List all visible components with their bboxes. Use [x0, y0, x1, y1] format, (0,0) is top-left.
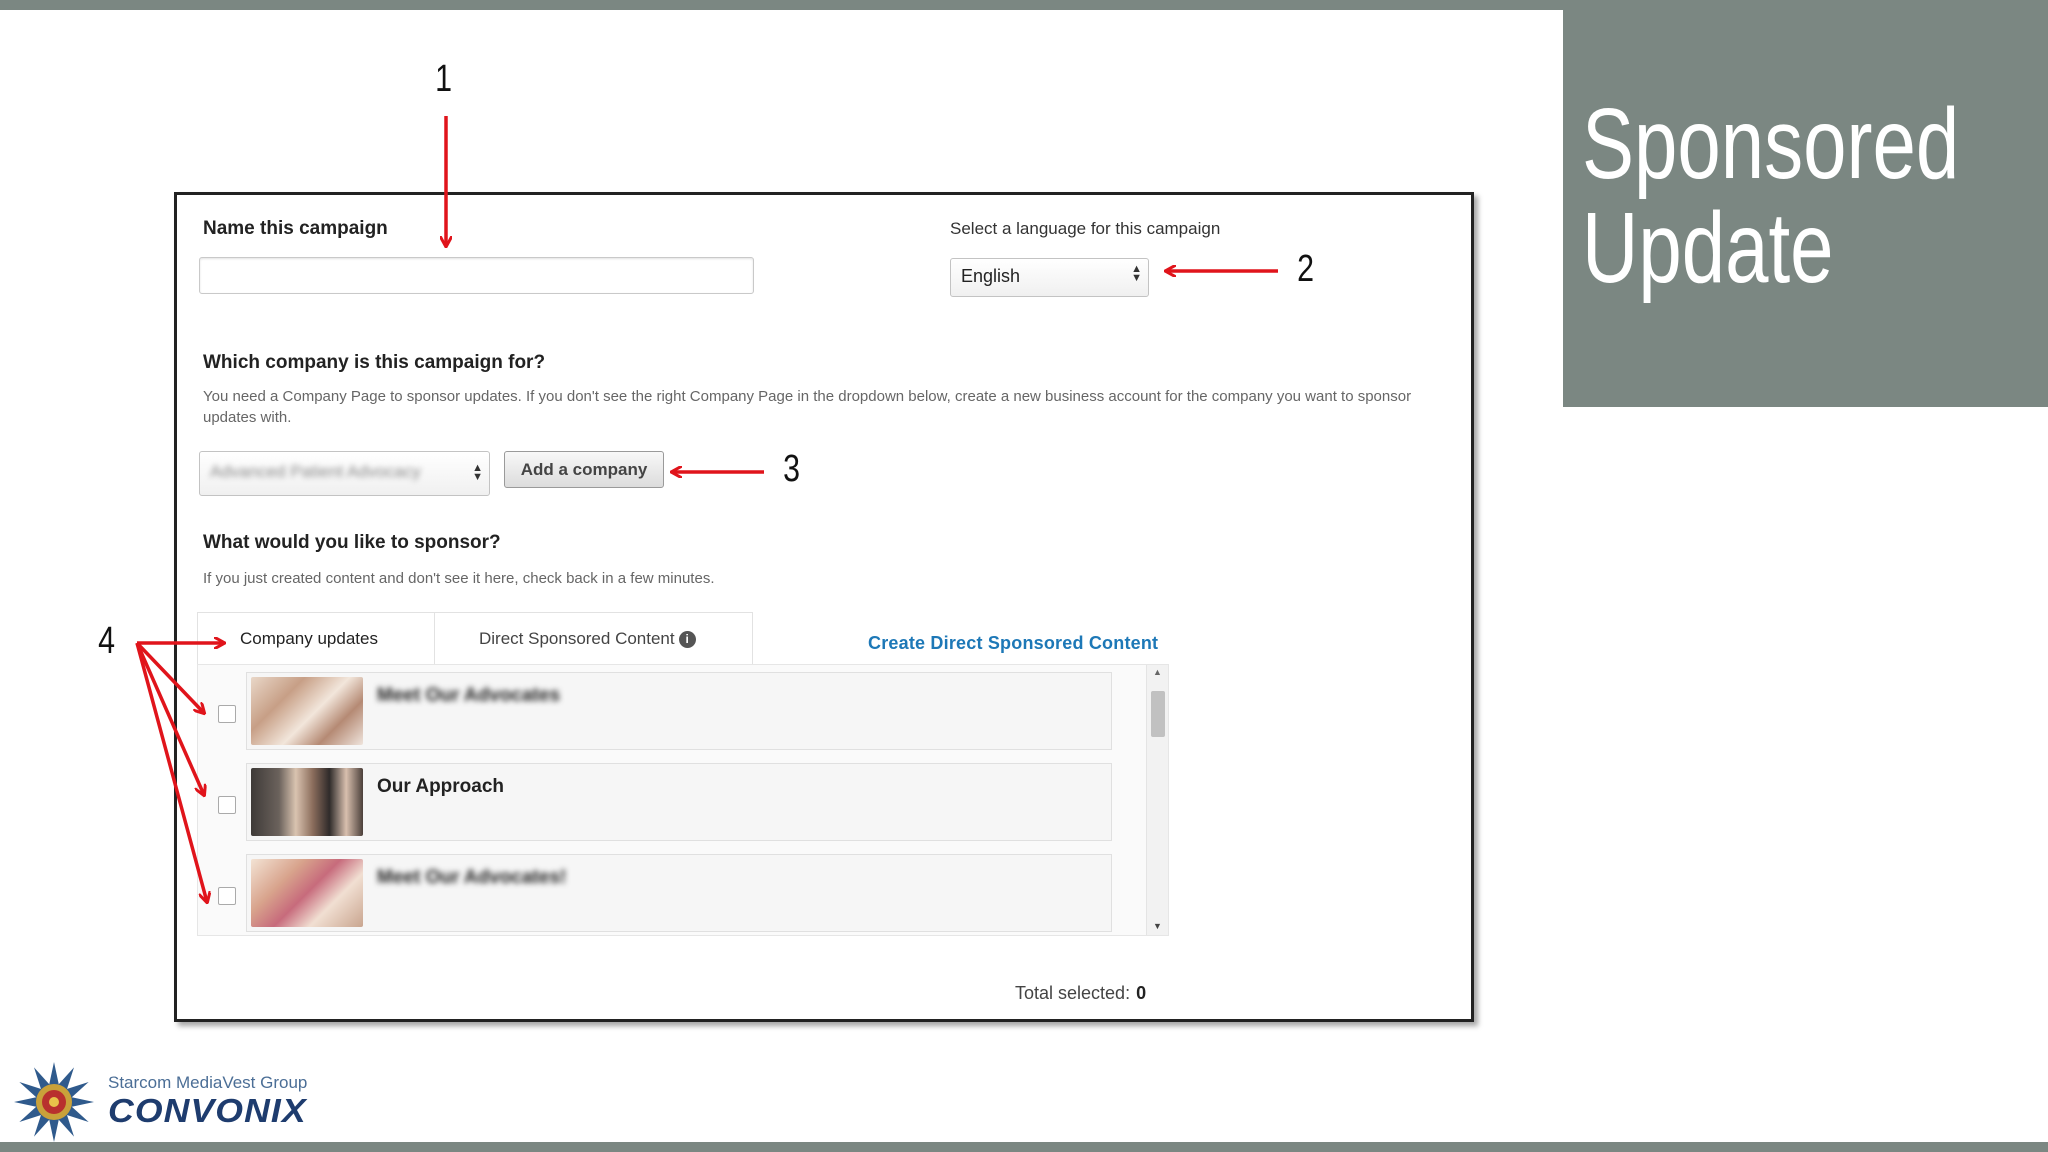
logo-name: CONVONIX — [108, 1092, 307, 1129]
logo-subtitle: Starcom MediaVest Group — [108, 1073, 308, 1092]
convonix-star-logo-icon — [14, 1062, 94, 1142]
annotation-arrows — [135, 116, 1278, 1152]
